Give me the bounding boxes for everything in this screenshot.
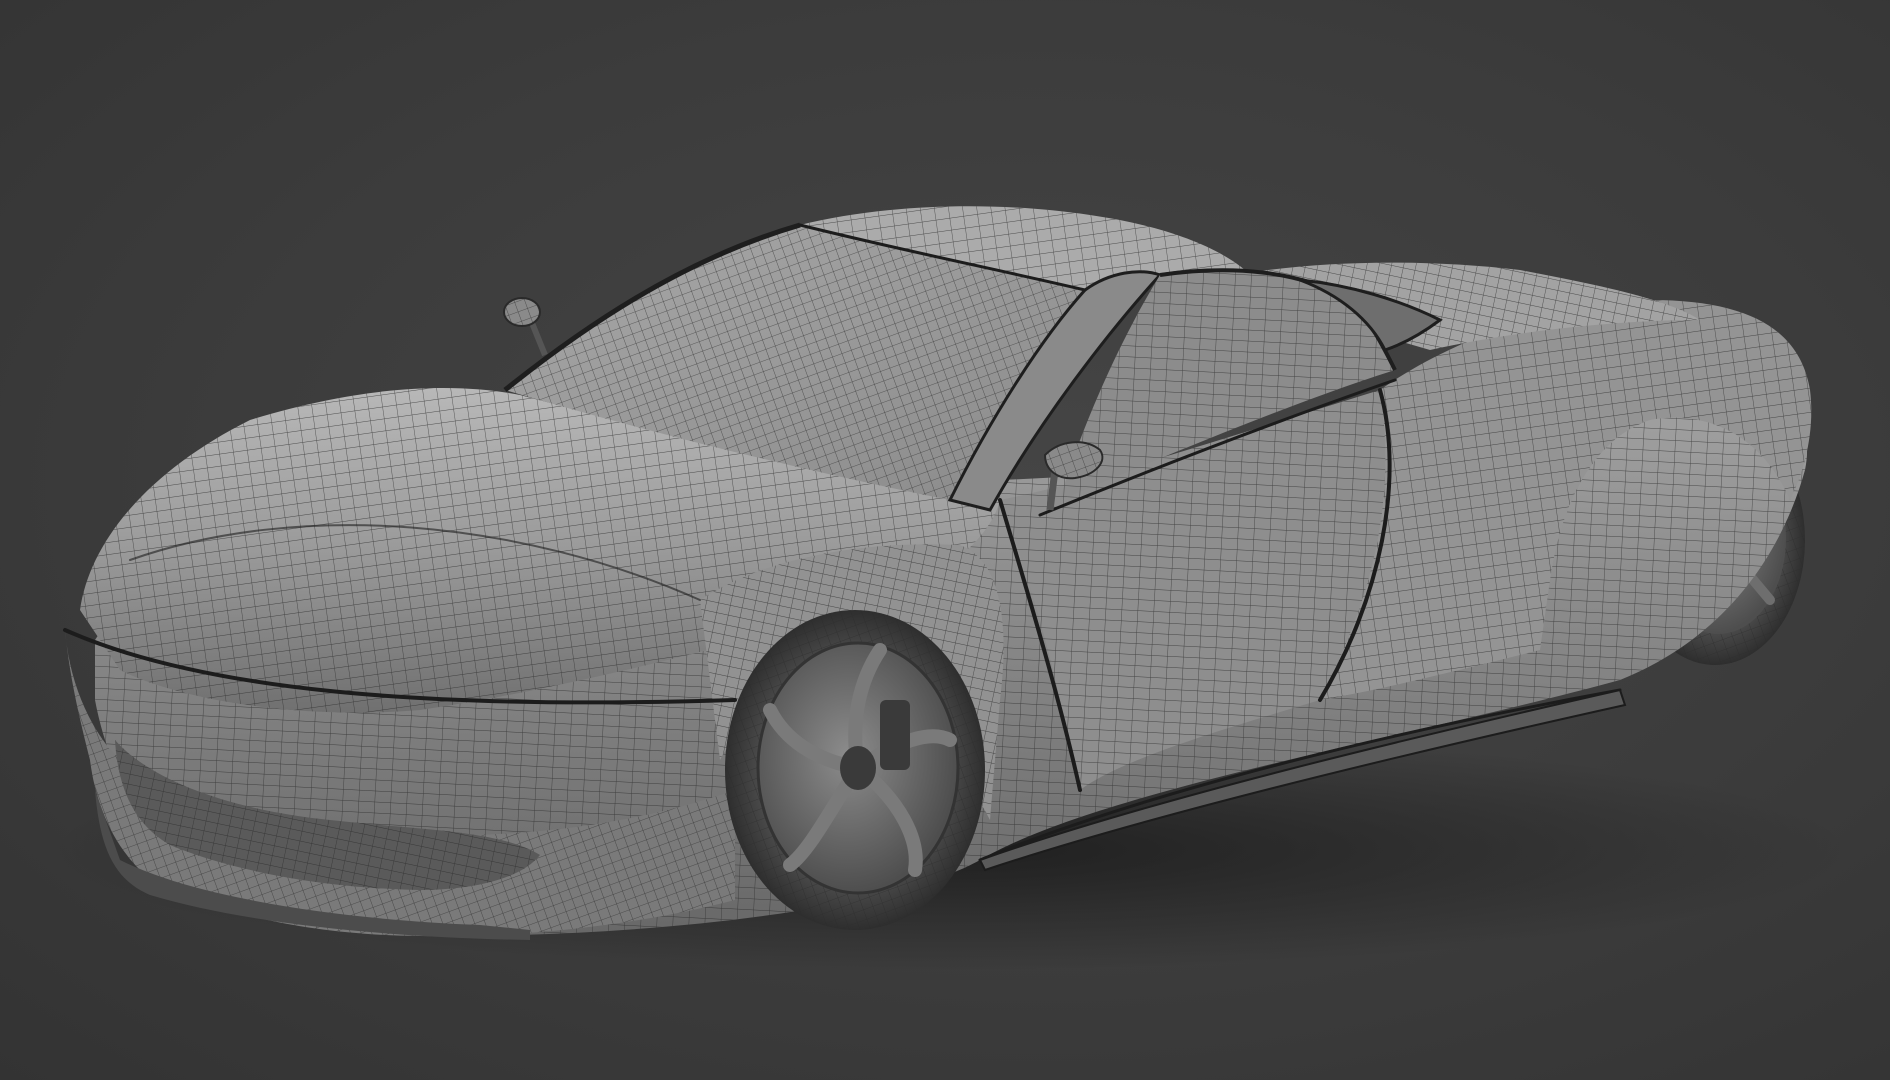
render-viewport bbox=[0, 0, 1890, 1080]
side-mirror-left bbox=[503, 297, 548, 357]
brake-caliper bbox=[880, 700, 910, 770]
front-wheel bbox=[725, 610, 985, 930]
car-render bbox=[50, 206, 1850, 970]
